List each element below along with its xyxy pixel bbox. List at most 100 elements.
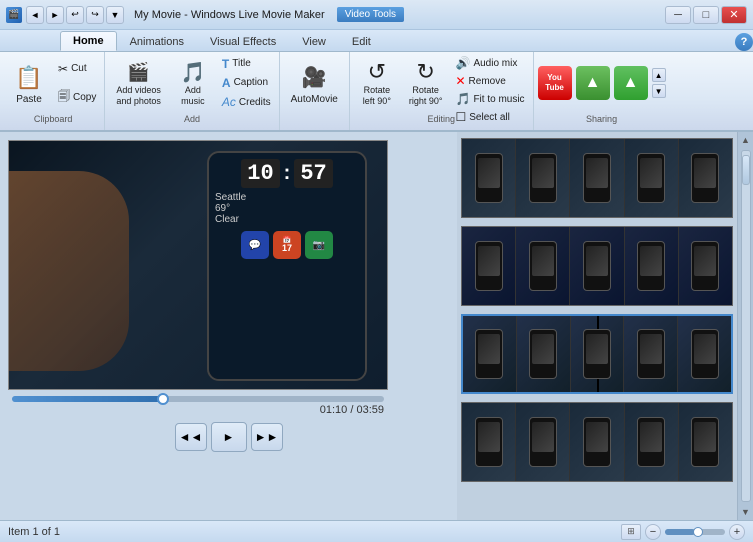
add-music-button[interactable]: 🎵 Addmusic xyxy=(170,54,216,112)
fit-to-music-button[interactable]: 🎵 Fit to music xyxy=(451,90,528,108)
thumb-phone xyxy=(691,153,719,203)
tab-visual-effects[interactable]: Visual Effects xyxy=(197,31,289,51)
remove-button[interactable]: ✕ Remove xyxy=(451,72,528,90)
thumb-phone xyxy=(583,417,611,467)
film-frame xyxy=(516,403,570,481)
thumb-phone xyxy=(637,153,665,203)
playback-controls: ◄◄ ► ►► xyxy=(8,422,449,452)
tab-animations[interactable]: Animations xyxy=(117,31,197,51)
scroll-down-button[interactable]: ▼ xyxy=(738,504,753,520)
thumb-phone xyxy=(475,329,503,379)
fast-forward-button[interactable]: ►► xyxy=(251,423,283,451)
rotate-left-icon: ↺ xyxy=(361,59,393,85)
thumb-phone xyxy=(475,153,503,203)
scroll-track[interactable] xyxy=(741,150,751,502)
automovie-button[interactable]: 🎥 AutoMovie xyxy=(284,54,345,112)
audio-mix-icon: 🔊 xyxy=(455,56,470,70)
close-button[interactable]: ✕ xyxy=(721,6,747,24)
credits-button[interactable]: Ac Credits xyxy=(218,93,275,111)
zoom-in-button[interactable]: + xyxy=(729,524,745,540)
film-frame xyxy=(625,403,679,481)
redo-button[interactable]: ↪ xyxy=(86,6,104,24)
film-frame xyxy=(625,227,679,305)
film-clip-1[interactable] xyxy=(461,138,733,218)
cut-button[interactable]: ✂ Cut xyxy=(54,60,100,78)
scroll-thumb[interactable] xyxy=(742,155,750,185)
rotate-left-button[interactable]: ↺ Rotateleft 90° xyxy=(354,54,400,112)
film-frame xyxy=(516,227,570,305)
film-clip-3[interactable] xyxy=(461,314,733,394)
undo-button[interactable]: ↩ xyxy=(66,6,84,24)
paste-button[interactable]: 📋 Paste xyxy=(6,54,52,112)
filmstrip-area xyxy=(457,132,737,520)
progress-fill xyxy=(12,396,161,402)
film-clip-2[interactable] xyxy=(461,226,733,306)
caption-icon: A xyxy=(222,76,231,90)
thumb-phone xyxy=(529,417,557,467)
tab-edit[interactable]: Edit xyxy=(339,31,384,51)
phone-hour: 10 xyxy=(241,159,279,188)
status-right: ⊞ − + xyxy=(621,524,745,540)
editing-group: ↺ Rotateleft 90° ↻ Rotateright 90° 🔊 Aud… xyxy=(350,52,534,130)
rewind-button[interactable]: ◄◄ xyxy=(175,423,207,451)
add-music-icon: 🎵 xyxy=(177,59,209,85)
film-frame xyxy=(570,227,624,305)
forward-button[interactable]: ► xyxy=(46,6,64,24)
thumb-phone xyxy=(637,329,665,379)
video-frame: 10 : 57 Seattle 69° Clear 💬 xyxy=(8,140,388,390)
thumb-phone xyxy=(583,153,611,203)
calendar-date: 17 xyxy=(282,244,292,253)
qat-dropdown[interactable]: ▼ xyxy=(106,6,124,24)
scroll-up-button[interactable]: ▲ xyxy=(738,132,753,148)
view-mode-button[interactable]: ⊞ xyxy=(621,524,641,540)
film-frame xyxy=(570,403,624,481)
cut-label: Cut xyxy=(71,63,87,74)
add-videos-button[interactable]: 🎬 Add videosand photos xyxy=(109,54,168,112)
share1-button[interactable]: ▲ xyxy=(576,66,610,100)
thumb-phone xyxy=(529,329,557,379)
help-button[interactable]: ? xyxy=(735,33,753,51)
share2-button[interactable]: ▲ xyxy=(614,66,648,100)
copy-button[interactable]: 🗐 Copy xyxy=(54,89,100,107)
zoom-thumb[interactable] xyxy=(693,527,703,537)
title-icon: T xyxy=(222,57,229,71)
add-music-label: Addmusic xyxy=(181,85,205,107)
youtube-button[interactable]: YouTube xyxy=(538,66,572,100)
progress-area: 01:10 / 03:59 xyxy=(8,396,388,416)
filmstrip-container: ▲ ▼ xyxy=(457,132,753,520)
thumb-phone xyxy=(529,153,557,203)
caption-button[interactable]: A Caption xyxy=(218,74,275,92)
automovie-label: AutoMovie xyxy=(291,94,338,105)
hand-overlay xyxy=(9,171,129,371)
clipboard-label: Clipboard xyxy=(6,114,100,128)
film-clip-4[interactable] xyxy=(461,402,733,482)
film-frame xyxy=(462,139,516,217)
zoom-out-button[interactable]: − xyxy=(645,524,661,540)
play-button[interactable]: ► xyxy=(211,422,247,452)
tab-view[interactable]: View xyxy=(289,31,339,51)
progress-track[interactable] xyxy=(12,396,384,402)
film-frame xyxy=(463,316,517,392)
audio-mix-button[interactable]: 🔊 Audio mix xyxy=(451,54,528,72)
video-content: 10 : 57 Seattle 69° Clear 💬 xyxy=(9,141,387,389)
thumb-phone xyxy=(475,241,503,291)
messages-icon: 💬 xyxy=(241,231,269,259)
back-button[interactable]: ◄ xyxy=(26,6,44,24)
remove-label: Remove xyxy=(469,76,506,87)
phone-city: Seattle xyxy=(215,192,359,203)
main-area: 10 : 57 Seattle 69° Clear 💬 xyxy=(0,132,753,520)
rotate-right-button[interactable]: ↻ Rotateright 90° xyxy=(402,54,450,112)
clipboard-group: 📋 Paste ✂ Cut 🗐 Copy Clipboard xyxy=(2,52,105,130)
automovie-group: 🎥 AutoMovie xyxy=(280,52,350,130)
zoom-slider[interactable] xyxy=(665,529,725,535)
ribbon-scroll-up[interactable]: ▲ xyxy=(652,68,666,82)
progress-thumb[interactable] xyxy=(157,393,169,405)
tab-home[interactable]: Home xyxy=(60,31,117,51)
maximize-button[interactable]: □ xyxy=(693,6,719,24)
camera-icon: 📷 xyxy=(305,231,333,259)
ribbon-scroll-down[interactable]: ▼ xyxy=(652,84,666,98)
phone-condition: Clear xyxy=(215,214,359,225)
minimize-button[interactable]: ─ xyxy=(665,6,691,24)
phone-temp: 69° xyxy=(215,203,359,214)
title-button[interactable]: T Title xyxy=(218,55,275,73)
